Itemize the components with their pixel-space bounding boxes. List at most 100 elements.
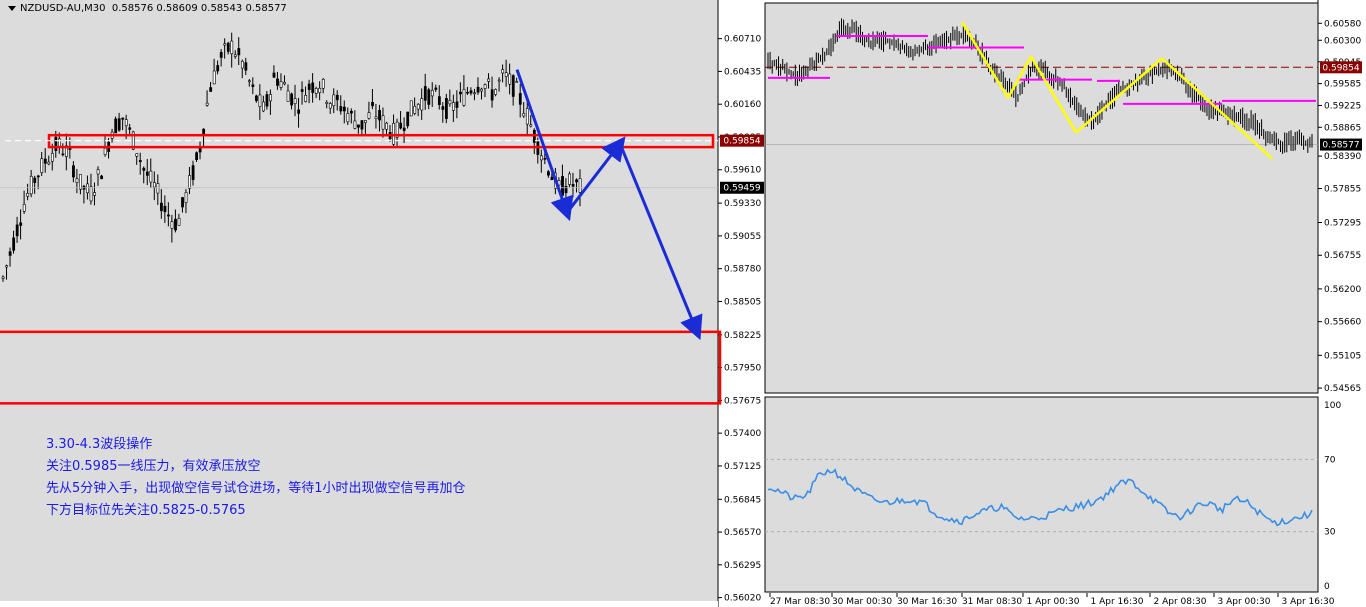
candle-body [255, 95, 258, 102]
candle-body [459, 91, 462, 95]
candle-body [518, 93, 522, 105]
candle-body [357, 124, 360, 128]
y-tick-label: 0.59585 [1324, 80, 1361, 90]
candle-body [191, 165, 195, 180]
candle-body [124, 119, 128, 127]
x-tick-label: 1 Apr 00:30 [1027, 597, 1080, 607]
candle-body [40, 158, 44, 173]
candle-body [279, 81, 283, 88]
candle-body [205, 102, 209, 106]
candle-body [353, 120, 357, 129]
candle-body [36, 175, 40, 178]
candle-body [75, 178, 79, 183]
y-tick-label: 0.60580 [1324, 19, 1361, 29]
candle-body [26, 193, 30, 197]
candle-body [188, 175, 191, 189]
candle-body [335, 94, 339, 101]
candle-body [311, 82, 315, 93]
note-line: 先从5分钟入手，出现做空信号试仓进场，等待1小时出现做空信号再加仓 [46, 481, 466, 496]
y-tick-label: 30 [1324, 528, 1336, 538]
y-tick-label: 0.55105 [1324, 351, 1361, 361]
y-tick-label: 0.56295 [724, 561, 761, 571]
candle-body [571, 184, 575, 187]
left-time-axis [0, 601, 718, 607]
candle-body [494, 89, 498, 95]
candle-body [416, 104, 420, 110]
candle-body [135, 153, 139, 157]
candle-body [149, 170, 153, 183]
note-line: 3.30-4.3波段操作 [46, 437, 153, 452]
candle-body [314, 88, 318, 94]
candle-body [12, 237, 16, 251]
candle-body [346, 113, 350, 123]
candle-body [325, 101, 329, 104]
candle-body [258, 94, 262, 107]
candle-body [156, 183, 160, 194]
candle-body [269, 94, 272, 102]
candle-body [374, 116, 378, 119]
candle-body [434, 87, 438, 90]
candle-body [50, 153, 54, 162]
candle-body [209, 87, 213, 92]
candle-body [19, 222, 23, 226]
candle-body [138, 160, 142, 163]
candle-body [455, 101, 459, 108]
candle-body [483, 84, 487, 89]
current-price-label: 0.58577 [1322, 141, 1359, 151]
note-line: 关注0.5985一线压力，有效承压放空 [46, 459, 261, 474]
left-chart-header: NZDUSD-AU,M30 0.58576 0.58609 0.58543 0.… [8, 3, 287, 14]
candle-body [487, 78, 491, 82]
candle-body [216, 65, 220, 72]
candle-body [33, 177, 37, 184]
candle-body [251, 84, 255, 87]
candle-body [406, 111, 410, 127]
x-tick-label: 3 Apr 16:30 [1282, 597, 1335, 607]
candle-body [497, 79, 501, 82]
y-tick-label: 0.57400 [724, 429, 761, 439]
candle-body [128, 127, 132, 130]
candle-body [427, 89, 431, 105]
candle-body [184, 192, 188, 203]
chevron-down-icon[interactable] [8, 5, 16, 11]
candle-body [177, 218, 181, 226]
candle-body [445, 98, 448, 119]
candle-body [290, 93, 294, 106]
candle-body [89, 186, 93, 202]
candle-body [304, 94, 308, 102]
candle-body [43, 158, 47, 164]
y-tick-label: 0.59610 [724, 166, 761, 176]
candle-body [29, 176, 33, 195]
candle-body [230, 40, 234, 55]
candle-body [469, 90, 473, 94]
candle-body [547, 171, 550, 176]
y-tick-label: 0.59055 [724, 232, 761, 242]
y-tick-label: 0.60435 [724, 67, 761, 77]
y-tick-label: 0.58865 [1324, 123, 1361, 133]
candle-body [72, 165, 75, 178]
candle-body [212, 70, 216, 85]
y-tick-label: 0 [1324, 582, 1330, 592]
y-tick-label: 0.57855 [1324, 185, 1361, 195]
ohlc-readout: 0.58576 0.58609 0.58543 0.58577 [111, 3, 287, 14]
candle-body [568, 173, 571, 185]
candle-body [5, 265, 9, 268]
resistance-price-label: 0.59854 [1322, 63, 1359, 73]
y-tick-label: 0.60300 [1324, 36, 1361, 46]
candle-body [93, 192, 96, 196]
candle-body [272, 72, 276, 78]
candle-body [466, 91, 469, 94]
candle-body [142, 167, 146, 171]
candle-body [437, 96, 441, 105]
candle-body [240, 61, 244, 69]
candle-body [100, 175, 104, 180]
candle-body [117, 118, 121, 131]
candle-body [332, 94, 336, 107]
y-tick-label: 0.59225 [1324, 101, 1361, 111]
candle-body [490, 89, 494, 101]
x-tick-label: 27 Mar 08:30 [770, 597, 830, 607]
y-tick-label: 0.60160 [724, 100, 761, 110]
candle-body [511, 75, 515, 97]
oscillator-panel [764, 396, 1319, 593]
candle-body [378, 110, 381, 121]
candle-body [181, 197, 184, 208]
